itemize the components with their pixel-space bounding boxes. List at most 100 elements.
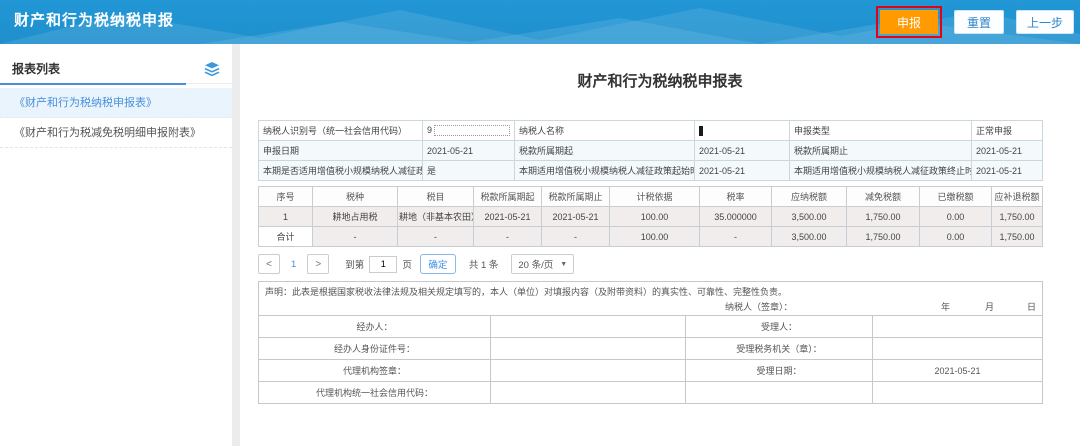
page-size-select[interactable]: 20 条/页 ▼ [511,254,574,274]
info-label-cell: 税款所属期止 [790,141,972,161]
declaration-row: 经办人：受理人： [259,316,1043,338]
tax-items-table-body: 1耕地占用税耕地（非基本农田）2021-05-212021-05-21100.0… [259,207,1043,247]
report-list-sidebar: 报表列表 《财产和行为税纳税申报表》 《财产和行为税减免税明细申报附表》 [0,44,232,446]
data-cell: 100.00 [610,227,700,247]
page-unit-label: 页 [402,257,412,271]
declaration-value-cell [873,382,1043,404]
info-row: 本期是否适用增值税小规模纳税人减征政策是本期适用增值税小规模纳税人减征政策起始时… [259,161,1043,181]
data-cell: 3,500.00 [772,207,847,227]
info-label-cell: 本期是否适用增值税小规模纳税人减征政策 [259,161,423,181]
pagination: < 1 > 到第 页 确定 共 1 条 20 条/页 ▼ [258,254,1042,274]
data-cell: - [313,227,398,247]
info-label-cell: 申报日期 [259,141,423,161]
column-header-cell: 计税依据 [610,187,700,207]
tax-items-table-head: 序号税种税目税款所属期起税款所属期止计税依据税率应纳税额减免税额已缴税额应补退税… [259,187,1043,207]
data-cell: 2021-05-21 [474,207,542,227]
info-value-cell: 是 [423,161,515,181]
column-header-cell: 税种 [313,187,398,207]
data-cell: - [542,227,610,247]
declaration-statement-cell: 声明：此表是根据国家税收法律法规及相关规定填写的，本人（单位）对填报内容（及附带… [259,282,1043,316]
sidebar-title: 报表列表 [12,60,60,77]
declaration-statement: 声明：此表是根据国家税收法律法规及相关规定填写的，本人（单位）对填报内容（及附带… [265,285,1036,298]
column-header-cell: 应纳税额 [772,187,847,207]
declaration-table-body: 经办人：受理人：经办人身份证件号：受理税务机关（章）：代理机构签章： 受理日期：2… [259,316,1043,404]
goto-page-label: 到第 [345,257,364,271]
info-value-cell: 2021-05-21 [695,161,790,181]
layers-icon[interactable] [204,62,220,76]
sidebar-item-main-declaration-form[interactable]: 《财产和行为税纳税申报表》 [0,88,232,118]
declaration-value-cell [873,338,1043,360]
app-header: 财产和行为税纳税申报 申报 重置 上一步 [0,0,1080,44]
prev-page-button[interactable]: < [258,254,280,274]
taxpayer-signature-label: 纳税人（签章）： [725,300,793,313]
data-cell: 1,750.00 [847,207,920,227]
declaration-label-cell [686,382,873,404]
column-header-cell: 序号 [259,187,313,207]
info-label-cell: 纳税人识别号（统一社会信用代码） [259,121,423,141]
declaration-table: 声明：此表是根据国家税收法律法规及相关规定填写的，本人（单位）对填报内容（及附带… [258,281,1043,404]
declaration-value-cell [873,316,1043,338]
info-row: 申报日期2021-05-21税款所属期起2021-05-21税款所属期止2021… [259,141,1043,161]
info-label-cell: 申报类型 [790,121,972,141]
data-cell: 合计 [259,227,313,247]
page-size-value: 20 条/页 [518,257,553,271]
declaration-value-cell: 2021-05-21 [873,360,1043,382]
data-cell: 0.00 [920,207,992,227]
column-header-cell: 税款所属期止 [542,187,610,207]
data-cell: 耕地占用税 [313,207,398,227]
submit-button[interactable]: 申报 [880,10,938,34]
date-year-label: 年 [941,300,950,313]
reset-button[interactable]: 重置 [954,10,1004,34]
data-cell: 2021-05-21 [542,207,610,227]
data-cell: 1,750.00 [847,227,920,247]
data-cell: 1 [259,207,313,227]
data-cell: 0.00 [920,227,992,247]
declaration-value-cell [491,382,686,404]
next-page-button[interactable]: > [307,254,329,274]
confirm-page-button[interactable]: 确定 [420,254,456,274]
date-day-label: 日 [1027,300,1036,313]
info-value-cell: 2021-05-21 [423,141,515,161]
signature-line: 纳税人（签章）： 年 月 日 [265,300,1036,313]
data-cell: 100.00 [610,207,700,227]
info-label-cell: 税款所属期起 [515,141,695,161]
sidebar-header: 报表列表 [0,54,232,84]
declaration-row: 经办人身份证件号：受理税务机关（章）： [259,338,1043,360]
prev-step-button[interactable]: 上一步 [1016,10,1074,34]
taxpayer-info-table-body: 纳税人识别号（统一社会信用代码）9纳税人名称申报类型正常申报申报日期2021-0… [259,121,1043,181]
info-value-cell: 9 [423,121,515,141]
data-cell: 耕地（非基本农田） [398,207,474,227]
data-cell: - [700,227,772,247]
column-header-cell: 减免税额 [847,187,920,207]
total-count-label: 共 1 条 [469,257,499,271]
tax-items-table: 序号税种税目税款所属期起税款所属期止计税依据税率应纳税额减免税额已缴税额应补退税… [258,186,1043,247]
declaration-label-cell: 经办人身份证件号： [259,338,491,360]
column-header-cell: 税目 [398,187,474,207]
tax-item-row: 1耕地占用税耕地（非基本农田）2021-05-212021-05-21100.0… [259,207,1043,227]
data-cell: 1,750.00 [992,227,1043,247]
info-value-cell: 2021-05-21 [695,141,790,161]
date-month-label: 月 [985,300,994,313]
declaration-label-cell: 受理日期： [686,360,873,382]
page-number-input[interactable] [369,256,397,273]
current-page-number[interactable]: 1 [291,259,296,270]
declaration-value-cell [491,338,686,360]
column-header-cell: 已缴税额 [920,187,992,207]
sidebar-item-list: 《财产和行为税纳税申报表》 《财产和行为税减免税明细申报附表》 [0,88,232,148]
column-header-cell: 应补退税额 [992,187,1043,207]
info-label-cell: 纳税人名称 [515,121,695,141]
column-header-cell: 税款所属期起 [474,187,542,207]
declaration-label-cell: 经办人： [259,316,491,338]
declaration-row: 代理机构签章： 受理日期：2021-05-21 [259,360,1043,382]
chevron-down-icon: ▼ [560,261,567,268]
declaration-label-cell: 代理机构签章： [259,360,491,382]
main-panel: 财产和行为税纳税申报表 纳税人识别号（统一社会信用代码）9纳税人名称申报类型正常… [240,44,1080,446]
data-cell: 3,500.00 [772,227,847,247]
sidebar-item-reduction-detail-form[interactable]: 《财产和行为税减免税明细申报附表》 [0,118,232,148]
header-button-group: 申报 重置 上一步 [876,0,1074,44]
declaration-statement-row: 声明：此表是根据国家税收法律法规及相关规定填写的，本人（单位）对填报内容（及附带… [259,282,1043,316]
total-row: 合计----100.00-3,500.001,750.000.001,750.0… [259,227,1043,247]
form-title: 财产和行为税纳税申报表 [240,70,1080,91]
redacted-value [434,125,510,136]
submit-button-highlight-box: 申报 [876,6,942,38]
